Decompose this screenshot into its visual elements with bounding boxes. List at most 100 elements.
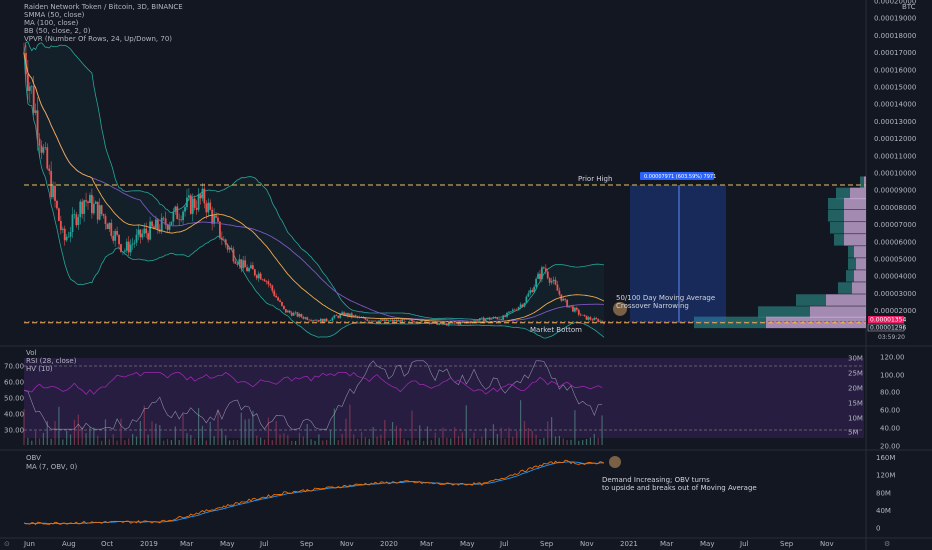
candle-body	[116, 231, 119, 235]
candle-body	[575, 307, 578, 310]
vpvr-up-bar	[860, 176, 864, 188]
candle-body	[556, 284, 559, 291]
volume-bar	[97, 435, 99, 445]
hv-tick-label: 20.00	[880, 443, 900, 451]
time-tick-label: Mar	[180, 540, 193, 548]
candle-body	[131, 243, 134, 245]
candle-body	[500, 318, 503, 320]
volume-bar	[256, 435, 258, 445]
candle-body	[469, 322, 472, 324]
volume-tick-label: 20M	[848, 385, 863, 393]
candle-body	[87, 201, 89, 203]
candle-body	[89, 194, 91, 203]
candle-body	[203, 188, 206, 204]
time-tick-label: Jul	[259, 540, 269, 548]
volume-bar	[329, 429, 332, 445]
candle-body	[583, 314, 586, 316]
vpvr-down-bar	[844, 197, 866, 210]
pane2-label-rsi: RSI (28, close)	[26, 357, 77, 365]
candle-body	[197, 194, 200, 210]
volume-bar	[384, 420, 386, 445]
goto-date-icon[interactable]: ⊙	[4, 540, 10, 548]
vpvr-down-bar	[850, 187, 866, 200]
candle-body	[118, 234, 120, 245]
candle-body	[306, 317, 309, 320]
candle-body	[509, 311, 512, 312]
candle-body	[554, 279, 557, 285]
volume-bar	[403, 438, 405, 445]
volume-bar	[163, 440, 165, 445]
volume-bar	[465, 405, 467, 445]
candle-body	[348, 313, 351, 317]
candle-body	[81, 201, 84, 214]
candle-body	[333, 315, 336, 318]
volume-bar	[376, 436, 378, 445]
candle-body	[156, 219, 159, 230]
volume-bar	[442, 427, 444, 445]
candle-body	[242, 260, 245, 269]
rsi-tick-label: 40.00	[4, 411, 24, 419]
candle-body	[141, 233, 144, 238]
price-tick-label: 0.00004000	[874, 273, 916, 281]
volume-bar	[132, 433, 134, 445]
volume-bar	[186, 433, 188, 445]
time-axis[interactable]: Jun Aug Oct 2019 Mar May Jul Sep Nov 2020 Mar May Ju…	[23, 540, 834, 548]
candle-body	[279, 300, 281, 302]
candle-body	[552, 279, 555, 281]
candle-body	[176, 206, 179, 220]
candle-body	[207, 202, 210, 213]
candle-body	[308, 319, 311, 321]
candle-body	[484, 319, 487, 322]
candle-body	[228, 247, 231, 250]
candle-body	[572, 306, 574, 312]
candle-body	[368, 320, 371, 322]
candle-body	[127, 241, 130, 253]
price-tick-label: 0.00008000	[874, 204, 916, 212]
candle-body	[519, 304, 522, 308]
volume-bar	[248, 418, 250, 445]
volume-bar	[422, 440, 425, 445]
candle-body	[319, 318, 322, 322]
candle-body	[265, 281, 268, 282]
candle-body	[335, 315, 338, 316]
candle-body	[314, 320, 316, 321]
candle-body	[182, 211, 184, 221]
volume-bar	[597, 437, 599, 445]
volume-bar	[543, 437, 545, 445]
volume-bar	[500, 427, 502, 445]
volume-bar	[562, 438, 564, 445]
candle-body	[286, 310, 289, 313]
volume-bar	[492, 424, 495, 445]
candle-body	[28, 86, 31, 91]
volume-bar	[225, 435, 227, 445]
candle-body	[490, 318, 493, 320]
settings-icon[interactable]: ⚙	[884, 540, 890, 548]
volume-bar	[551, 417, 553, 445]
candle-body	[263, 279, 266, 282]
candle-body	[589, 317, 592, 320]
time-tick-label: May	[220, 540, 234, 548]
volume-bar	[260, 437, 262, 445]
candle-body	[38, 138, 41, 146]
volume-bar	[244, 419, 246, 445]
volume-bar	[201, 425, 204, 445]
candle-body	[209, 202, 212, 210]
volume-bar	[155, 423, 157, 445]
candle-body	[488, 317, 491, 320]
candle-body	[129, 244, 132, 253]
candle-body	[591, 319, 594, 321]
volume-bar	[357, 438, 359, 445]
candle-body	[341, 312, 344, 315]
candle-body	[300, 314, 303, 317]
obv-breakout-marker	[609, 456, 621, 468]
candle-body	[541, 267, 543, 279]
candle-body	[564, 298, 567, 300]
volume-bar	[58, 406, 60, 445]
candle-body	[407, 319, 409, 320]
volume-bar	[73, 419, 76, 445]
price-chart[interactable]: 70.00 60.00 50.00 40.00 30.00 30M 25M 20M 15M 10M…	[0, 0, 932, 550]
candle-body	[32, 86, 35, 113]
time-tick-label: Nov	[340, 540, 354, 548]
candle-body	[574, 307, 576, 312]
candle-body	[527, 293, 530, 297]
